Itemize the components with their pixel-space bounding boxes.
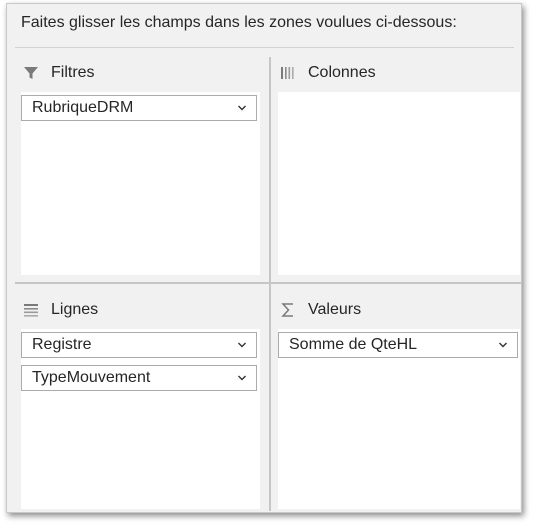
field-label: Somme de QteHL (289, 336, 418, 353)
horizontal-splitter[interactable] (15, 282, 522, 284)
field-label: RubriqueDRM (32, 99, 134, 116)
field-somme-de-qtehl[interactable]: Somme de QteHL (278, 332, 518, 358)
rows-area-label: Lignes (51, 301, 99, 318)
values-area-label: Valeurs (308, 301, 362, 318)
pivot-field-areas-panel: Faites glisser les champs dans les zones… (6, 3, 522, 513)
columns-drop-zone[interactable] (278, 92, 520, 275)
chevron-down-icon (499, 342, 507, 348)
chevron-down-icon (238, 342, 246, 348)
filters-area-header: Filtres (21, 61, 95, 85)
instruction-text: Faites glisser les champs dans les zones… (21, 14, 457, 31)
rows-area-header: Lignes (21, 298, 98, 322)
field-rubriquedrm[interactable]: RubriqueDRM (21, 95, 257, 121)
header-divider (15, 47, 514, 48)
vertical-splitter[interactable] (269, 57, 271, 511)
sigma-icon (278, 301, 298, 319)
columns-icon (278, 64, 298, 82)
field-registre[interactable]: Registre (21, 332, 257, 358)
filters-drop-zone[interactable]: RubriqueDRM (21, 92, 260, 275)
field-typemouvement[interactable]: TypeMouvement (21, 365, 257, 391)
filter-icon (21, 64, 41, 82)
field-label: Registre (32, 336, 92, 353)
rows-drop-zone[interactable]: Registre TypeMouvement (21, 329, 260, 509)
values-drop-zone[interactable]: Somme de QteHL (278, 329, 520, 509)
filters-area-label: Filtres (51, 64, 95, 81)
columns-area-header: Colonnes (278, 61, 376, 85)
chevron-down-icon (238, 375, 246, 381)
field-label: TypeMouvement (32, 369, 151, 386)
values-area-header: Valeurs (278, 298, 361, 322)
columns-area-label: Colonnes (308, 64, 376, 81)
rows-icon (21, 301, 41, 319)
chevron-down-icon (238, 105, 246, 111)
